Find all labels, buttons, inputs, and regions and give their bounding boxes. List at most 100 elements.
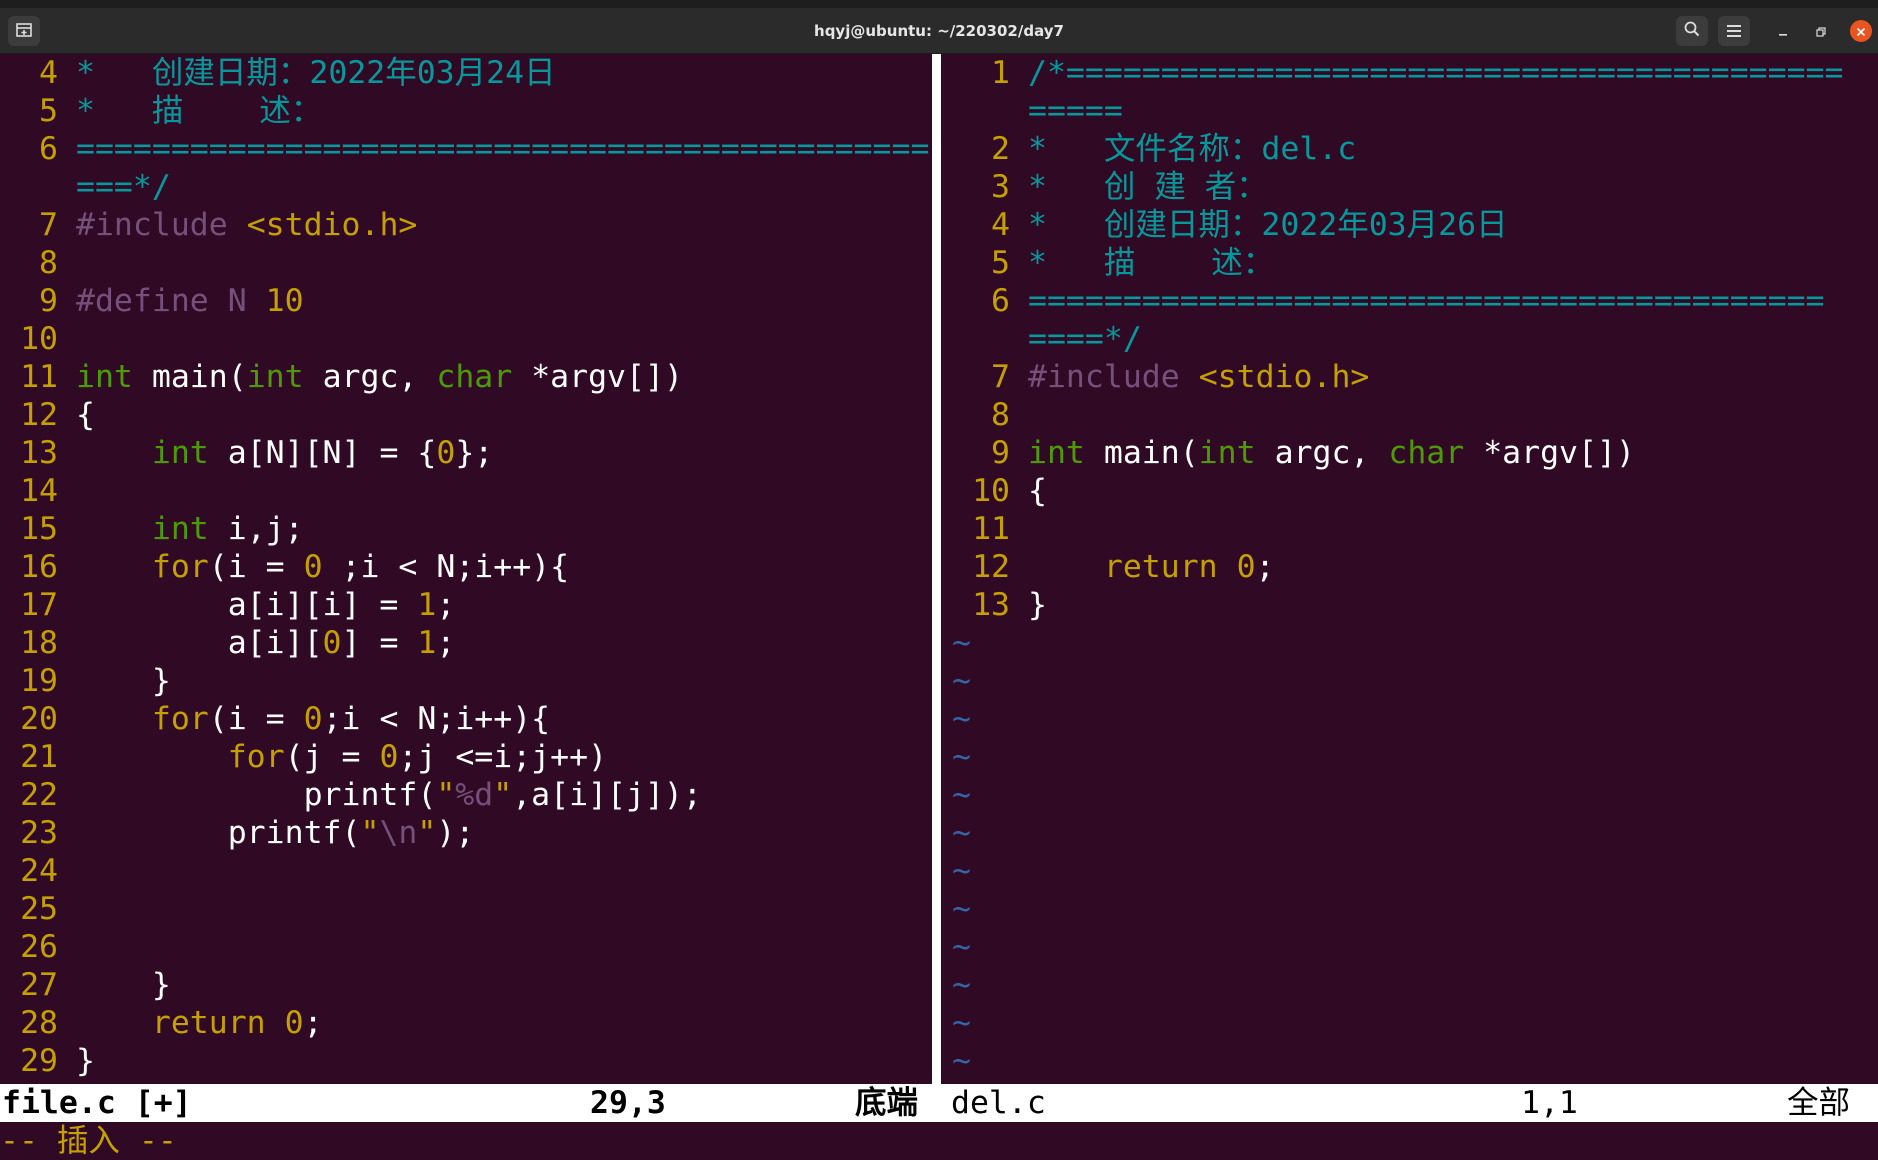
code-line[interactable]: 13} <box>952 586 1878 624</box>
code-token: * 创建日期：2022年03月24日 <box>76 55 556 91</box>
code-line[interactable]: 26 <box>0 928 932 966</box>
code-line[interactable]: 17 a[i][i] = 1; <box>0 586 932 624</box>
code-line[interactable]: 9 int main(int argc, char *argv[]) <box>952 434 1878 472</box>
line-number: 8 <box>991 397 1010 433</box>
code-line[interactable]: 15 int i,j; <box>0 510 932 548</box>
code-line[interactable]: 2 * 文件名称：del.c <box>952 130 1878 168</box>
code-token: 0 <box>303 701 323 737</box>
right-file-name: del.c <box>951 1085 1046 1121</box>
code-token: i,j; <box>208 511 304 547</box>
code-line[interactable]: 20 for(i = 0;i < N;i++){ <box>0 700 932 738</box>
left-editor-pane[interactable]: 4 * 创建日期：2022年03月24日 5 * 描 述： 6 =============… <box>0 54 932 1084</box>
minimize-button[interactable] <box>1772 20 1794 42</box>
close-button[interactable] <box>1850 20 1872 42</box>
code-line[interactable]: 22 printf("%d",a[i][j]); <box>0 776 932 814</box>
line-number: 25 <box>20 891 58 927</box>
maximize-icon <box>1816 22 1826 41</box>
code-line[interactable]: 10 { <box>952 472 1878 510</box>
code-line[interactable]: ===== <box>952 92 1878 130</box>
line-number: 14 <box>20 473 58 509</box>
code-token: printf( <box>76 815 361 851</box>
code-line[interactable]: 1 /*=====================================… <box>952 54 1878 92</box>
code-token: return <box>1103 549 1218 585</box>
code-line[interactable]: 21 for(j = 0;j <=i;j++) <box>0 738 932 776</box>
menu-button[interactable] <box>1718 16 1750 46</box>
line-number: 3 <box>991 169 1010 205</box>
code-line[interactable]: 3 * 创 建 者： <box>952 168 1878 206</box>
code-token: int <box>246 359 304 395</box>
vertical-split-divider[interactable] <box>932 54 952 1084</box>
code-line[interactable]: 29} <box>0 1042 932 1080</box>
code-token: 10 <box>265 283 304 319</box>
code-token: ; <box>1255 549 1275 585</box>
code-line[interactable]: 24 <box>0 852 932 890</box>
code-line[interactable]: 7 #include <stdio.h> <box>952 358 1878 396</box>
code-line[interactable]: 11 int main(int argc, char *argv[]) <box>0 358 932 396</box>
code-token: 0 <box>436 435 456 471</box>
code-line[interactable]: 16 for(i = 0 ;i < N;i++){ <box>0 548 932 586</box>
empty-buffer-line: ~ <box>952 662 1878 700</box>
top-panel-strip <box>0 0 1878 8</box>
tilde-marker: ~ <box>952 777 971 813</box>
code-token: /*======================================… <box>1028 55 1844 91</box>
code-token: char <box>436 359 513 395</box>
search-button[interactable] <box>1676 16 1708 46</box>
code-line[interactable]: 9 #define N 10 <box>0 282 932 320</box>
code-line[interactable]: 28 return 0; <box>0 1004 932 1042</box>
code-line[interactable]: 6 =======================================… <box>952 282 1878 320</box>
code-token: ] = <box>341 625 418 661</box>
code-line[interactable]: 12 return 0; <box>952 548 1878 586</box>
code-line[interactable]: ====*/ <box>952 320 1878 358</box>
code-token: 0 <box>1236 549 1256 585</box>
empty-buffer-line: ~ <box>952 814 1878 852</box>
empty-buffer-line: ~ <box>952 1042 1878 1080</box>
code-line[interactable]: 18 a[i][0] = 1; <box>0 624 932 662</box>
code-line[interactable]: 23 printf("\n"); <box>0 814 932 852</box>
line-number: 6 <box>991 283 1010 319</box>
code-token: { <box>76 397 95 433</box>
code-token: for <box>151 701 209 737</box>
left-file-name: file.c [+] <box>2 1085 192 1121</box>
tilde-marker: ~ <box>952 701 971 737</box>
code-line[interactable]: 4 * 创建日期：2022年03月26日 <box>952 206 1878 244</box>
maximize-button[interactable] <box>1810 20 1832 42</box>
code-line[interactable]: 25 <box>0 890 932 928</box>
code-line[interactable]: 8 <box>952 396 1878 434</box>
line-number: 6 <box>39 131 58 167</box>
right-editor-pane[interactable]: 1 /*=====================================… <box>952 54 1878 1084</box>
code-line[interactable]: 10 <box>0 320 932 358</box>
vim-editor[interactable]: 4 * 创建日期：2022年03月24日 5 * 描 述： 6 =============… <box>0 54 1878 1159</box>
code-line[interactable]: 7 #include <stdio.h> <box>0 206 932 244</box>
code-line[interactable]: 12 { <box>0 396 932 434</box>
code-token: 0 <box>379 739 399 775</box>
code-line[interactable]: 27 } <box>0 966 932 1004</box>
code-token: 0 <box>284 1005 304 1041</box>
code-line[interactable]: 14 <box>0 472 932 510</box>
tilde-marker: ~ <box>952 625 971 661</box>
code-line[interactable]: 13 int a[N][N] = {0}; <box>0 434 932 472</box>
code-line[interactable]: ===*/ <box>0 168 932 206</box>
line-number: 10 <box>972 473 1010 509</box>
code-line[interactable]: 8 <box>0 244 932 282</box>
code-line[interactable]: 5 * 描 述： <box>952 244 1878 282</box>
code-line[interactable]: 5 * 描 述： <box>0 92 932 130</box>
empty-buffer-line: ~ <box>952 852 1878 890</box>
code-line[interactable]: 4 * 创建日期：2022年03月24日 <box>0 54 932 92</box>
code-token: argc, <box>303 359 437 395</box>
line-number: 23 <box>20 815 58 851</box>
line-number: 12 <box>972 549 1010 585</box>
close-icon <box>1856 22 1866 41</box>
code-token: main( <box>1084 435 1199 471</box>
code-token: ===*/ <box>76 169 171 205</box>
terminal-titlebar: hqyj@ubuntu: ~/220302/day7 <box>0 8 1878 54</box>
code-line[interactable]: 19 } <box>0 662 932 700</box>
code-token: a[N][N] = { <box>208 435 437 471</box>
code-token: 1 <box>417 587 437 623</box>
code-line[interactable]: 6 =======================================… <box>0 130 932 168</box>
code-line[interactable]: 11 <box>952 510 1878 548</box>
code-token: } <box>1028 587 1047 623</box>
